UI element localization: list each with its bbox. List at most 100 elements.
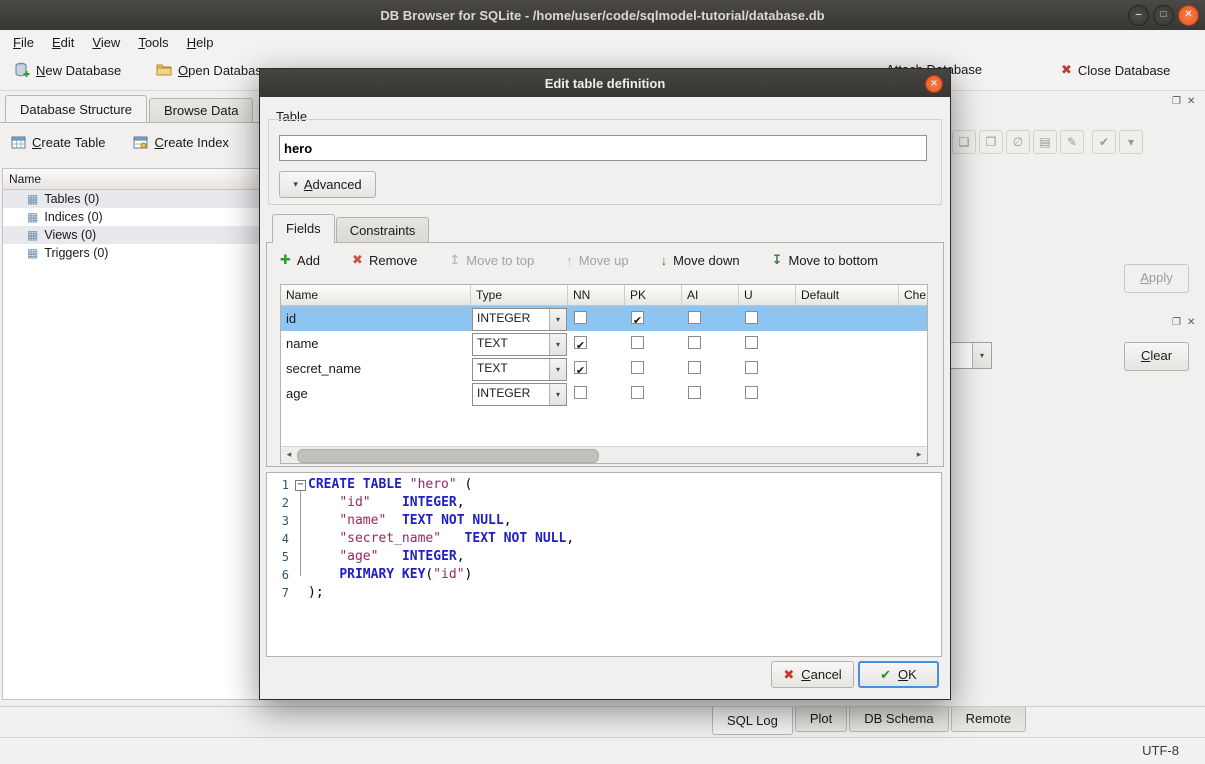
add-button[interactable]: ✚Add xyxy=(275,249,325,271)
column-header-type[interactable]: Type xyxy=(471,285,568,305)
schema-tree-box: Name ▦Tables (0)▦Indices (0)▦Views (0)▦T… xyxy=(2,168,260,700)
ai-checkbox[interactable] xyxy=(688,361,701,374)
tab-db-schema[interactable]: DB Schema xyxy=(849,707,948,732)
column-header-ai[interactable]: AI xyxy=(682,285,739,305)
options-icon[interactable]: ▾ xyxy=(1119,130,1143,154)
export-icon[interactable]: ❐ xyxy=(979,130,1003,154)
close-database-button[interactable]: ✖ Close Database xyxy=(1055,59,1176,81)
add-field-icon: ✚ xyxy=(280,252,291,268)
fold-marker-icon xyxy=(294,476,308,494)
import-icon[interactable]: ❏ xyxy=(952,130,976,154)
advanced-toggle-button[interactable]: ▾ Advanced xyxy=(279,171,376,198)
tree-item-views-0[interactable]: ▦Views (0) xyxy=(3,226,259,244)
ai-checkbox[interactable] xyxy=(688,386,701,399)
open-database-icon xyxy=(156,62,172,78)
field-row-age[interactable]: ageINTEGER▾ xyxy=(281,381,927,406)
pk-checkbox[interactable] xyxy=(631,336,644,349)
apply-cell-icon[interactable]: ✔ xyxy=(1092,130,1116,154)
tab-database-structure[interactable]: Database Structure xyxy=(5,95,147,123)
minimize-button[interactable]: ‒ xyxy=(1128,5,1149,26)
ai-checkbox[interactable] xyxy=(688,336,701,349)
nn-checkbox[interactable] xyxy=(574,336,587,349)
column-header-nn[interactable]: NN xyxy=(568,285,625,305)
column-header-name[interactable]: Name xyxy=(281,285,471,305)
tab-sql-log[interactable]: SQL Log xyxy=(712,707,793,735)
type-combo[interactable]: INTEGER▾ xyxy=(472,308,567,331)
scroll-left-icon[interactable]: ◂ xyxy=(281,447,297,463)
column-header-che[interactable]: Che xyxy=(899,285,928,305)
window-title: DB Browser for SQLite - /home/user/code/… xyxy=(380,8,824,23)
maximize-button[interactable]: □ xyxy=(1153,5,1174,26)
move-top-icon: ↥ xyxy=(449,252,460,268)
tab-fields[interactable]: Fields xyxy=(272,214,335,243)
close-window-button[interactable]: ✕ xyxy=(1178,5,1199,26)
menu-view[interactable]: View xyxy=(83,33,129,52)
move-down-button[interactable]: ↓Move down xyxy=(656,250,745,271)
close-dock-icon[interactable]: ✕ xyxy=(1187,317,1195,329)
move-to-bottom-button[interactable]: ↧Move to bottom xyxy=(767,249,884,271)
tree-header-name[interactable]: Name xyxy=(3,169,259,190)
tab-remote[interactable]: Remote xyxy=(951,707,1027,732)
column-header-default[interactable]: Default xyxy=(796,285,899,305)
type-combo[interactable]: TEXT▾ xyxy=(472,333,567,356)
cancel-button[interactable]: ✖ Cancel xyxy=(771,661,854,688)
pk-checkbox[interactable] xyxy=(631,311,644,324)
scrollbar-thumb[interactable] xyxy=(297,449,599,463)
u-checkbox[interactable] xyxy=(745,336,758,349)
type-combo[interactable]: INTEGER▾ xyxy=(472,383,567,406)
line-number: 7 xyxy=(267,584,294,602)
nn-checkbox[interactable] xyxy=(574,311,587,324)
cancel-icon: ✖ xyxy=(783,667,794,683)
menu-help[interactable]: Help xyxy=(178,33,223,52)
ok-button[interactable]: ✔ OK xyxy=(858,661,939,688)
u-checkbox[interactable] xyxy=(745,386,758,399)
pk-checkbox[interactable] xyxy=(631,386,644,399)
tab-plot[interactable]: Plot xyxy=(795,707,847,732)
nn-checkbox[interactable] xyxy=(574,361,587,374)
field-row-secret-name[interactable]: secret_nameTEXT▾ xyxy=(281,356,927,381)
menu-file[interactable]: File xyxy=(4,33,43,52)
new-database-button[interactable]: New Database xyxy=(8,59,127,81)
status-bar: UTF-8 xyxy=(0,737,1205,764)
move-down-icon: ↓ xyxy=(661,253,668,268)
apply-button[interactable]: Apply xyxy=(1124,264,1189,293)
scroll-right-icon[interactable]: ▸ xyxy=(911,447,927,462)
table-name-input[interactable] xyxy=(279,135,927,161)
ai-checkbox[interactable] xyxy=(688,311,701,324)
tab-constraints[interactable]: Constraints xyxy=(336,217,430,243)
chevron-down-icon: ▾ xyxy=(549,309,566,330)
dialog-titlebar[interactable]: Edit table definition ✕ xyxy=(260,69,950,97)
field-row-name[interactable]: nameTEXT▾ xyxy=(281,331,927,356)
chevron-down-icon: ▾ xyxy=(549,359,566,380)
column-header-u[interactable]: U xyxy=(739,285,796,305)
remove-button[interactable]: ✖Remove xyxy=(347,249,422,271)
type-combo[interactable]: TEXT▾ xyxy=(472,358,567,381)
tree-item-indices-0[interactable]: ▦Indices (0) xyxy=(3,208,259,226)
float-dock-icon[interactable]: ❐ xyxy=(1172,96,1181,108)
menu-tools[interactable]: Tools xyxy=(129,33,177,52)
tree-item-triggers-0[interactable]: ▦Triggers (0) xyxy=(3,244,259,262)
nn-checkbox[interactable] xyxy=(574,386,587,399)
u-checkbox[interactable] xyxy=(745,311,758,324)
close-dock-icon[interactable]: ✕ xyxy=(1187,96,1195,108)
set-null-icon[interactable]: ∅ xyxy=(1006,130,1030,154)
encoding-indicator[interactable]: UTF-8 xyxy=(1142,743,1179,758)
tree-item-tables-0[interactable]: ▦Tables (0) xyxy=(3,190,259,208)
horizontal-scrollbar[interactable]: ◂ ▸ xyxy=(281,446,927,463)
create-table-button[interactable]: Create Table xyxy=(6,132,110,153)
dialog-close-button[interactable]: ✕ xyxy=(925,75,943,93)
menu-edit[interactable]: Edit xyxy=(43,33,83,52)
clear-button[interactable]: Clear xyxy=(1124,342,1189,371)
print-icon[interactable]: ▤ xyxy=(1033,130,1057,154)
u-checkbox[interactable] xyxy=(745,361,758,374)
column-header-pk[interactable]: PK xyxy=(625,285,682,305)
tab-browse-data[interactable]: Browse Data xyxy=(149,98,253,123)
open-database-button[interactable]: Open Database xyxy=(150,59,275,81)
float-dock-icon[interactable]: ❐ xyxy=(1172,317,1181,329)
field-row-id[interactable]: idINTEGER▾ xyxy=(281,306,927,331)
create-index-button[interactable]: Create Index xyxy=(128,132,233,153)
window-titlebar[interactable]: DB Browser for SQLite - /home/user/code/… xyxy=(0,0,1205,30)
dialog-title: Edit table definition xyxy=(545,76,666,91)
pk-checkbox[interactable] xyxy=(631,361,644,374)
edit-icon[interactable]: ✎ xyxy=(1060,130,1084,154)
